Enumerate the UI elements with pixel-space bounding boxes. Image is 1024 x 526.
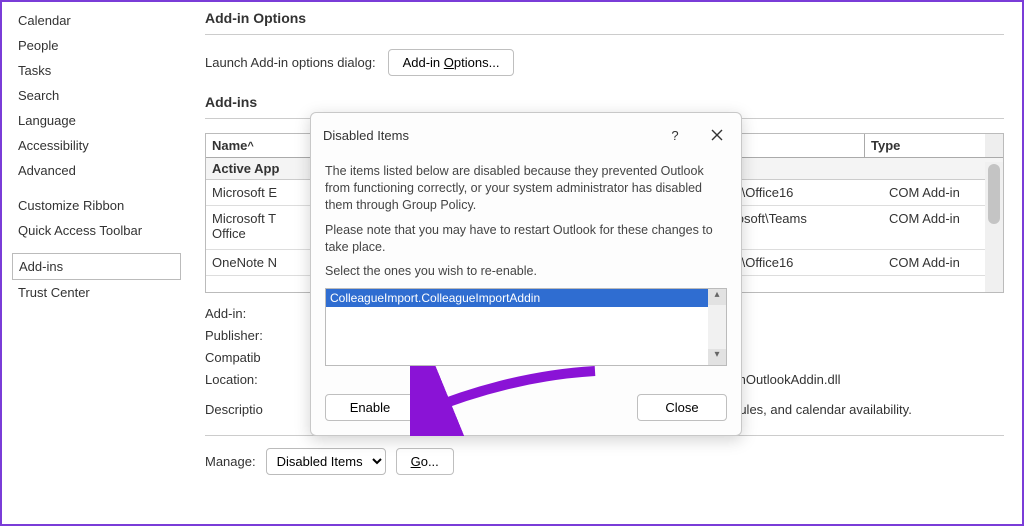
sidebar-item-language[interactable]: Language bbox=[12, 108, 181, 133]
dialog-text-1: The items listed below are disabled beca… bbox=[325, 163, 727, 214]
detail-description-value: rules, and calendar availability. bbox=[735, 399, 912, 421]
disabled-items-dialog: Disabled Items ? The items listed below … bbox=[310, 112, 742, 436]
addin-options-button[interactable]: Add-in Options... bbox=[388, 49, 515, 76]
manage-select[interactable]: Disabled Items bbox=[266, 448, 386, 475]
detail-location-label: Location: bbox=[205, 369, 305, 391]
underlined-o: O bbox=[444, 55, 454, 70]
detail-location-value: mOutlookAddin.dll bbox=[735, 369, 841, 391]
detail-description-label: Descriptio bbox=[205, 399, 305, 421]
sidebar-item-people[interactable]: People bbox=[12, 33, 181, 58]
list-item[interactable]: ColleagueImport.ColleagueImportAddin bbox=[326, 289, 726, 307]
dialog-text-2: Please note that you may have to restart… bbox=[325, 222, 727, 256]
listbox-scrollbar[interactable]: ▴ ▾ bbox=[708, 289, 726, 365]
manage-label: Manage: bbox=[205, 454, 256, 469]
sidebar-item-add-ins[interactable]: Add-ins bbox=[12, 253, 181, 280]
column-header-type[interactable]: Type bbox=[865, 134, 985, 157]
scroll-down-icon[interactable]: ▾ bbox=[708, 349, 726, 365]
launch-label: Launch Add-in options dialog: bbox=[205, 55, 376, 70]
sidebar-item-customize-ribbon[interactable]: Customize Ribbon bbox=[12, 193, 181, 218]
options-sidebar: Calendar People Tasks Search Language Ac… bbox=[2, 2, 187, 524]
close-icon[interactable] bbox=[703, 121, 731, 149]
detail-compat-label: Compatib bbox=[205, 347, 305, 369]
dialog-text-3: Select the ones you wish to re-enable. bbox=[325, 263, 727, 280]
sidebar-item-advanced[interactable]: Advanced bbox=[12, 158, 181, 183]
dialog-title: Disabled Items bbox=[323, 128, 409, 143]
sidebar-item-trust-center[interactable]: Trust Center bbox=[12, 280, 181, 305]
detail-addin-label: Add-in: bbox=[205, 303, 305, 325]
addin-options-heading: Add-in Options bbox=[205, 10, 1004, 30]
sidebar-item-quick-access-toolbar[interactable]: Quick Access Toolbar bbox=[12, 218, 181, 243]
sort-asc-icon: ^ bbox=[247, 141, 253, 153]
disabled-items-listbox[interactable]: ColleagueImport.ColleagueImportAddin ▴ ▾ bbox=[325, 288, 727, 366]
detail-publisher-label: Publisher: bbox=[205, 325, 305, 347]
close-button[interactable]: Close bbox=[637, 394, 727, 421]
scroll-up-icon[interactable]: ▴ bbox=[708, 289, 726, 305]
table-scrollbar[interactable] bbox=[985, 162, 1003, 292]
sidebar-item-calendar[interactable]: Calendar bbox=[12, 8, 181, 33]
go-button[interactable]: Go... bbox=[396, 448, 454, 475]
addins-heading: Add-ins bbox=[205, 94, 1004, 114]
enable-button[interactable]: Enable bbox=[325, 394, 415, 421]
sidebar-item-accessibility[interactable]: Accessibility bbox=[12, 133, 181, 158]
help-icon[interactable]: ? bbox=[661, 121, 689, 149]
sidebar-item-tasks[interactable]: Tasks bbox=[12, 58, 181, 83]
sidebar-item-search[interactable]: Search bbox=[12, 83, 181, 108]
